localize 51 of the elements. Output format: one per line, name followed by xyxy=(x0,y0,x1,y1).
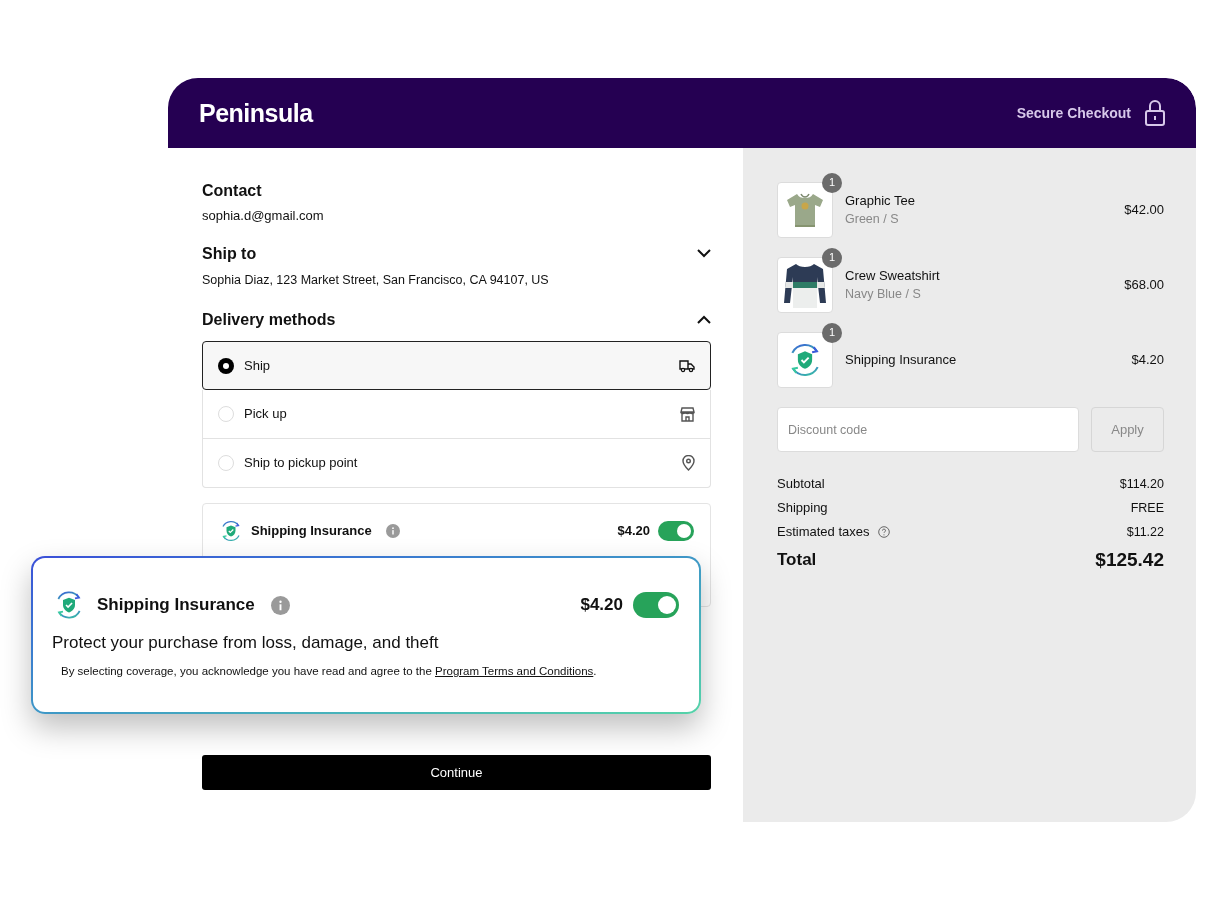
insurance-title: Shipping Insurance xyxy=(251,523,372,539)
summary-value: $114.20 xyxy=(1119,476,1164,492)
location-pin-icon xyxy=(682,455,695,472)
shipping-address: Sophia Diaz, 123 Market Street, San Francisco, CA 94107, US xyxy=(202,272,550,288)
radio-button[interactable] xyxy=(218,455,234,472)
section-title: Ship to xyxy=(202,243,257,263)
lock-icon xyxy=(1145,100,1165,126)
chevron-down-icon[interactable] xyxy=(697,248,711,258)
chevron-up-icon[interactable] xyxy=(697,315,711,325)
summary-value: FREE xyxy=(1130,500,1164,516)
quantity-badge: 1 xyxy=(822,173,842,193)
delivery-option[interactable]: Ship xyxy=(202,341,711,391)
product-price: $68.00 xyxy=(1124,277,1164,293)
toggle-switch[interactable] xyxy=(658,521,694,542)
radio-button[interactable] xyxy=(218,357,234,374)
insurance-price: $4.20 xyxy=(580,594,623,616)
delivery-option[interactable]: Pick up xyxy=(202,390,711,440)
insurance-title: Shipping Insurance xyxy=(97,594,255,616)
summary-label: Subtotal xyxy=(777,476,825,492)
quantity-badge: 1 xyxy=(822,323,842,343)
insurance-disclaimer: By selecting coverage, you acknowledge you have read and agree to the Program Terms and Conditions. xyxy=(61,665,598,680)
radio-button[interactable] xyxy=(218,406,234,423)
product-name: Graphic Tee xyxy=(845,193,915,209)
store-icon xyxy=(680,406,695,422)
brand-logo[interactable]: Peninsula xyxy=(199,98,313,128)
total-label: Total xyxy=(777,550,817,571)
insurance-price: $4.20 xyxy=(617,523,650,539)
truck-icon xyxy=(679,358,695,373)
summary-label: Shipping xyxy=(777,500,828,516)
section-title: Delivery methods xyxy=(202,309,336,330)
quantity-badge: 1 xyxy=(822,248,842,268)
total-value: $125.42 xyxy=(1095,549,1164,572)
continue-button[interactable]: Continue xyxy=(202,755,711,791)
delivery-option[interactable]: Ship to pickup point xyxy=(202,439,711,489)
help-icon[interactable] xyxy=(877,526,890,538)
toggle-switch[interactable] xyxy=(633,592,679,618)
product-variant: Navy Blue / S xyxy=(845,286,922,302)
product-variant: Green / S xyxy=(845,211,900,227)
product-price: $42.00 xyxy=(1124,202,1164,218)
secure-checkout-label: Secure Checkout xyxy=(1016,104,1131,122)
info-icon[interactable] xyxy=(270,595,290,615)
product-price: $4.20 xyxy=(1131,352,1164,368)
summary-value: $11.22 xyxy=(1126,524,1164,540)
contact-email: sophia.d@gmail.com xyxy=(202,208,325,224)
product-name: Crew Sweatshirt xyxy=(845,268,940,284)
product-name: Shipping Insurance xyxy=(845,352,957,368)
info-icon[interactable] xyxy=(385,524,400,539)
section-title: Contact xyxy=(202,181,263,201)
insurance-headline: Protect your purchase from loss, damage, and theft xyxy=(52,633,440,654)
summary-label: Estimated taxes xyxy=(777,524,870,540)
discount-code-field[interactable]: Discount code xyxy=(777,407,1079,452)
